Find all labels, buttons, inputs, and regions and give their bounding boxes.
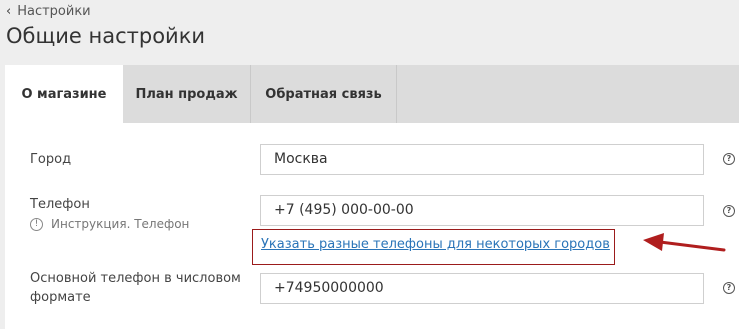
annotation-arrow-icon [643, 233, 726, 252]
